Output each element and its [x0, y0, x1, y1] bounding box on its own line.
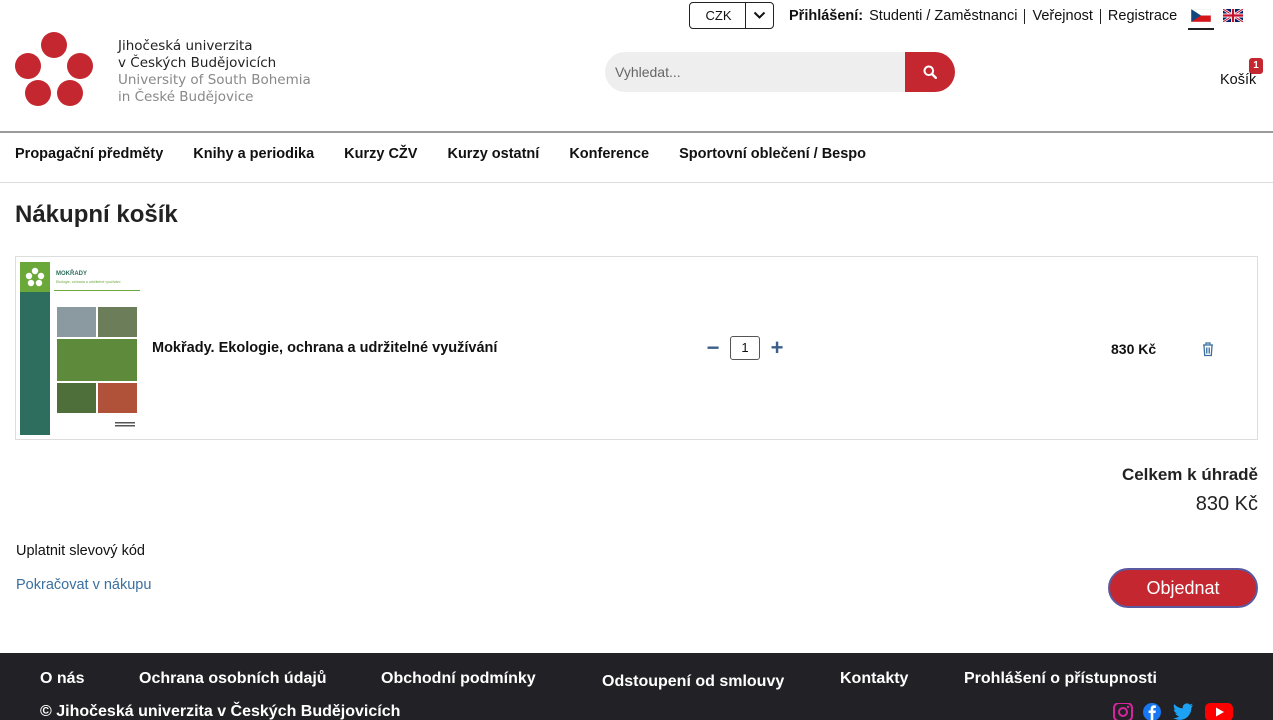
footer: O nás Ochrana osobních údajů Obchodní po…: [0, 653, 1273, 720]
divider: [1099, 8, 1101, 24]
university-name-cz-2: v Českých Budějovicích: [118, 55, 277, 71]
university-name-en-1: University of South Bohemia: [118, 72, 311, 88]
nav-divider: [0, 182, 1273, 183]
divider: [1024, 8, 1026, 24]
register-link[interactable]: Registrace: [1108, 8, 1177, 24]
footer-link-privacy[interactable]: Ochrana osobních údajů: [139, 670, 327, 688]
main-nav: Propagační předměty Knihy a periodika Ku…: [15, 146, 896, 162]
nav-item-books[interactable]: Knihy a periodika: [193, 146, 314, 162]
cart-item-row: MOKŘADY Ekologie, ochrana a udržitelné v…: [15, 256, 1258, 440]
increase-quantity-button[interactable]: +: [768, 337, 786, 359]
facebook-icon[interactable]: [1141, 703, 1163, 720]
cover-subtitle: Ekologie, ochrana a udržitelné využívání: [56, 280, 121, 284]
copyright: © Jihočeská univerzita v Českých Budějov…: [40, 703, 401, 720]
currency-value: CZK: [705, 8, 732, 23]
active-language-underline: [1188, 28, 1214, 30]
footer-link-about[interactable]: O nás: [40, 670, 84, 688]
footer-link-accessibility[interactable]: Prohlášení o přístupnosti: [964, 670, 1157, 688]
product-name-link[interactable]: Mokřady. Ekologie, ochrana a udržitelné …: [152, 340, 497, 356]
search-button[interactable]: [905, 52, 955, 92]
trash-icon[interactable]: [1201, 341, 1215, 357]
footer-link-contacts[interactable]: Kontakty: [840, 670, 908, 688]
login-public-link[interactable]: Veřejnost: [1032, 8, 1092, 24]
login-label: Přihlášení:: [789, 8, 864, 24]
order-button[interactable]: Objednat: [1108, 568, 1258, 608]
quantity-input[interactable]: 1: [730, 336, 760, 360]
total-label: Celkem k úhradě: [1121, 465, 1258, 484]
chevron-down-icon: [745, 3, 773, 28]
product-cover-image[interactable]: MOKŘADY Ekologie, ochrana a udržitelné v…: [20, 262, 144, 435]
continue-shopping-link[interactable]: Pokračovat v nákupu: [16, 577, 151, 593]
cart-label: Košík: [1220, 72, 1257, 88]
login-students-link[interactable]: Studenti / Zaměstnanci: [869, 8, 1017, 24]
gb-flag-icon[interactable]: [1223, 9, 1243, 22]
search-input[interactable]: [605, 52, 915, 92]
university-name-en-2: in České Budějovice: [118, 89, 254, 105]
university-name[interactable]: Jihočeská univerzita v Českých Budějovic…: [118, 38, 311, 106]
cover-title: MOKŘADY: [56, 269, 87, 277]
currency-select[interactable]: CZK: [689, 2, 774, 29]
item-price: 830 Kč: [1111, 341, 1157, 357]
youtube-icon[interactable]: [1204, 703, 1234, 720]
footer-link-terms[interactable]: Obchodní podmínky: [381, 670, 536, 688]
quantity-stepper: − 1 +: [704, 335, 786, 361]
nav-item-czv-courses[interactable]: Kurzy CŽV: [344, 146, 417, 162]
login-bar: Přihlášení: Studenti / Zaměstnanci Veřej…: [789, 8, 1177, 24]
apply-coupon-link[interactable]: Uplatnit slevový kód: [16, 543, 145, 559]
nav-item-other-courses[interactable]: Kurzy ostatní: [447, 146, 539, 162]
search-bar: [605, 52, 955, 92]
header-divider: [0, 131, 1273, 133]
cz-flag-icon[interactable]: [1191, 9, 1211, 22]
university-logo[interactable]: [15, 32, 95, 108]
cart-button[interactable]: 1 Košík: [1218, 56, 1268, 92]
nav-item-sportswear[interactable]: Sportovní oblečení / Bespo: [679, 146, 866, 162]
instagram-icon[interactable]: [1111, 703, 1133, 720]
footer-link-withdrawal[interactable]: Odstoupení od smlouvy: [602, 673, 784, 691]
page-title: Nákupní košík: [15, 201, 178, 228]
decrease-quantity-button[interactable]: −: [704, 337, 722, 359]
nav-item-promo[interactable]: Propagační předměty: [15, 146, 163, 162]
search-icon: [923, 65, 937, 79]
total-value: 830 Kč: [1195, 493, 1258, 515]
twitter-icon[interactable]: [1172, 703, 1194, 720]
university-name-cz-1: Jihočeská univerzita: [118, 38, 253, 54]
nav-item-conferences[interactable]: Konference: [569, 146, 649, 162]
